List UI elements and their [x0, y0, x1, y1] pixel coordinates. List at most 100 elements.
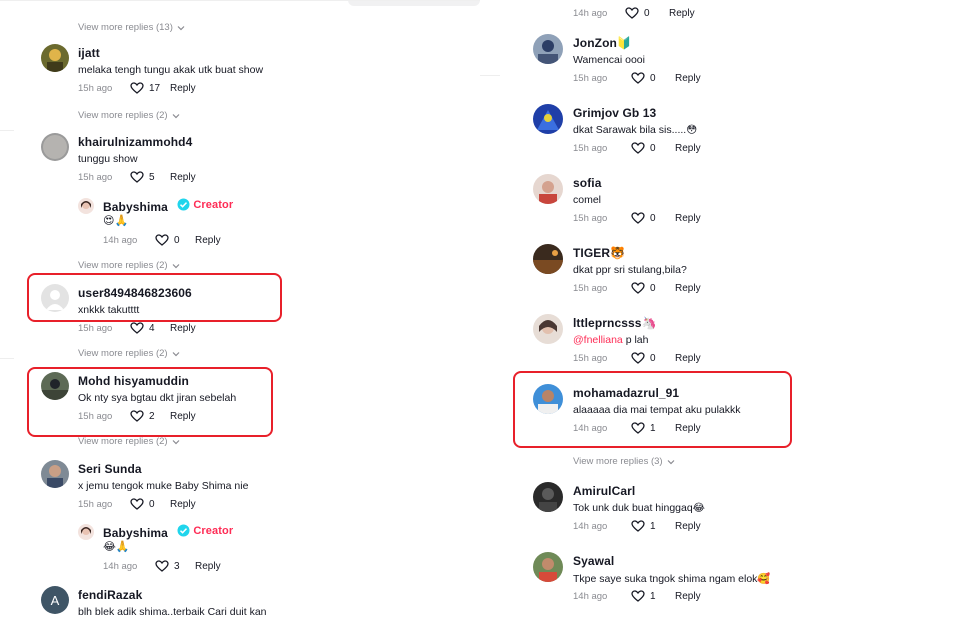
reply-button[interactable]: Reply	[170, 172, 196, 183]
reply-button[interactable]: Reply	[170, 83, 196, 94]
reply-username[interactable]: Babyshima	[103, 526, 168, 540]
view-more-replies-button[interactable]: View more replies (2)	[78, 110, 180, 121]
heart-icon	[155, 234, 169, 246]
reply-item: Babyshima Creator 😍🙏 14h ago 0 Reply	[78, 196, 378, 252]
comment-text-rest: p lah	[622, 334, 649, 346]
divider	[480, 75, 500, 76]
reply-text: 😍🙏	[103, 214, 129, 227]
view-more-replies-button[interactable]: View more replies (2)	[78, 436, 180, 447]
like-button[interactable]: 3	[155, 560, 195, 572]
reply-button[interactable]: Reply	[675, 353, 701, 364]
like-button[interactable]: 0	[631, 282, 671, 294]
like-button[interactable]: 0	[631, 142, 671, 154]
highlight-box	[513, 371, 792, 448]
like-button[interactable]: 0	[625, 7, 665, 19]
view-more-replies-button[interactable]: View more replies (2)	[78, 348, 180, 359]
avatar[interactable]	[41, 460, 69, 488]
view-more-replies-button[interactable]: View more replies (3)	[573, 456, 675, 467]
comment-username[interactable]: Syawal	[573, 554, 614, 568]
reply-button[interactable]: Reply	[669, 8, 695, 19]
reply-button[interactable]: Reply	[170, 323, 196, 334]
comment-username[interactable]: TIGER🐯	[573, 246, 625, 260]
reply-button[interactable]: Reply	[675, 213, 701, 224]
avatar[interactable]	[533, 552, 563, 582]
reply-username[interactable]: Babyshima	[103, 200, 168, 214]
reply-button[interactable]: Reply	[675, 143, 701, 154]
like-button[interactable]: 1	[631, 590, 671, 602]
comment-username[interactable]: khairulnizammohd4	[78, 135, 192, 149]
like-button[interactable]: 0	[130, 498, 170, 510]
avatar[interactable]	[78, 198, 94, 214]
avatar[interactable]	[41, 44, 69, 72]
comment-username[interactable]: fendiRazak	[78, 588, 142, 602]
comment-time: 15h ago	[573, 282, 608, 294]
like-count: 0	[650, 142, 656, 154]
avatar[interactable]	[533, 314, 563, 344]
like-button[interactable]: 5	[130, 171, 170, 183]
comment-text: tunggu show	[78, 153, 138, 165]
like-button[interactable]: 0	[631, 72, 671, 84]
heart-icon	[130, 171, 144, 183]
comment-time: 15h ago	[573, 142, 608, 154]
avatar[interactable]: A	[41, 586, 69, 614]
view-more-label: View more replies (2)	[78, 348, 168, 359]
chevron-down-icon	[172, 351, 180, 356]
comment-item: Syawal Tkpe saye suka tngok shima ngam e…	[533, 552, 933, 608]
reply-button[interactable]: Reply	[675, 521, 701, 532]
reply-time: 14h ago	[103, 234, 138, 246]
view-more-label: View more replies (2)	[78, 436, 168, 447]
reply-button[interactable]: Reply	[675, 283, 701, 294]
view-more-label: View more replies (2)	[78, 110, 168, 121]
comment-text: @fnelliana p lah	[573, 334, 648, 346]
comment-username[interactable]: JonZon🔰	[573, 36, 632, 50]
view-more-label: View more replies (3)	[573, 456, 663, 467]
reply-text: 😂🙏	[103, 540, 130, 553]
verified-icon	[177, 524, 190, 537]
heart-icon	[155, 560, 169, 572]
comment-time: 14h ago	[573, 7, 608, 19]
like-count: 17	[149, 82, 161, 94]
comment-item: TIGER🐯 dkat ppr sri stulang,bila? 15h ag…	[533, 244, 933, 300]
like-button[interactable]: 0	[631, 212, 671, 224]
like-count: 4	[149, 322, 155, 334]
like-button[interactable]: 4	[130, 322, 170, 334]
reply-button[interactable]: Reply	[195, 561, 221, 572]
heart-icon	[631, 282, 645, 294]
view-more-replies-button[interactable]: View more replies (13)	[78, 22, 185, 33]
reply-button[interactable]: Reply	[675, 591, 701, 602]
like-count: 0	[650, 212, 656, 224]
comment-username[interactable]: Seri Sunda	[78, 462, 142, 476]
comment-time: 15h ago	[573, 352, 608, 364]
comment-item: AmirulCarl Tok unk duk buat hinggaq😂 14h…	[533, 482, 933, 538]
heart-icon	[631, 520, 645, 532]
avatar[interactable]	[533, 34, 563, 64]
like-button[interactable]: 1	[631, 520, 671, 532]
reply-button[interactable]: Reply	[675, 73, 701, 84]
comment-time: 15h ago	[573, 212, 608, 224]
comment-username[interactable]: Grimjov Gb 13	[573, 106, 656, 120]
avatar[interactable]	[41, 133, 69, 161]
avatar[interactable]	[533, 104, 563, 134]
avatar[interactable]	[533, 244, 563, 274]
reply-button[interactable]: Reply	[195, 235, 221, 246]
highlight-box	[27, 273, 282, 322]
comment-username[interactable]: AmirulCarl	[573, 484, 635, 498]
like-button[interactable]: 17	[130, 82, 170, 94]
reply-button[interactable]: Reply	[170, 499, 196, 510]
comment-username[interactable]: ijatt	[78, 46, 100, 60]
comment-item: ijatt melaka tengh tungu akak utk buat s…	[41, 44, 441, 100]
avatar[interactable]	[533, 174, 563, 204]
view-more-label: View more replies (13)	[78, 22, 173, 33]
like-button[interactable]: 0	[155, 234, 195, 246]
like-button[interactable]: 0	[631, 352, 671, 364]
avatar[interactable]	[533, 482, 563, 512]
like-count: 1	[650, 590, 656, 602]
creator-label: Creator	[193, 198, 234, 211]
comment-username[interactable]: sofia	[573, 176, 602, 190]
avatar[interactable]	[78, 524, 94, 540]
comment-username[interactable]: lttleprncsss🦄	[573, 316, 657, 330]
comment-meta: 14h ago 0 Reply	[573, 7, 695, 19]
view-more-replies-button[interactable]: View more replies (2)	[78, 260, 180, 271]
mention-link[interactable]: @fnelliana	[573, 334, 623, 346]
heart-icon	[631, 142, 645, 154]
